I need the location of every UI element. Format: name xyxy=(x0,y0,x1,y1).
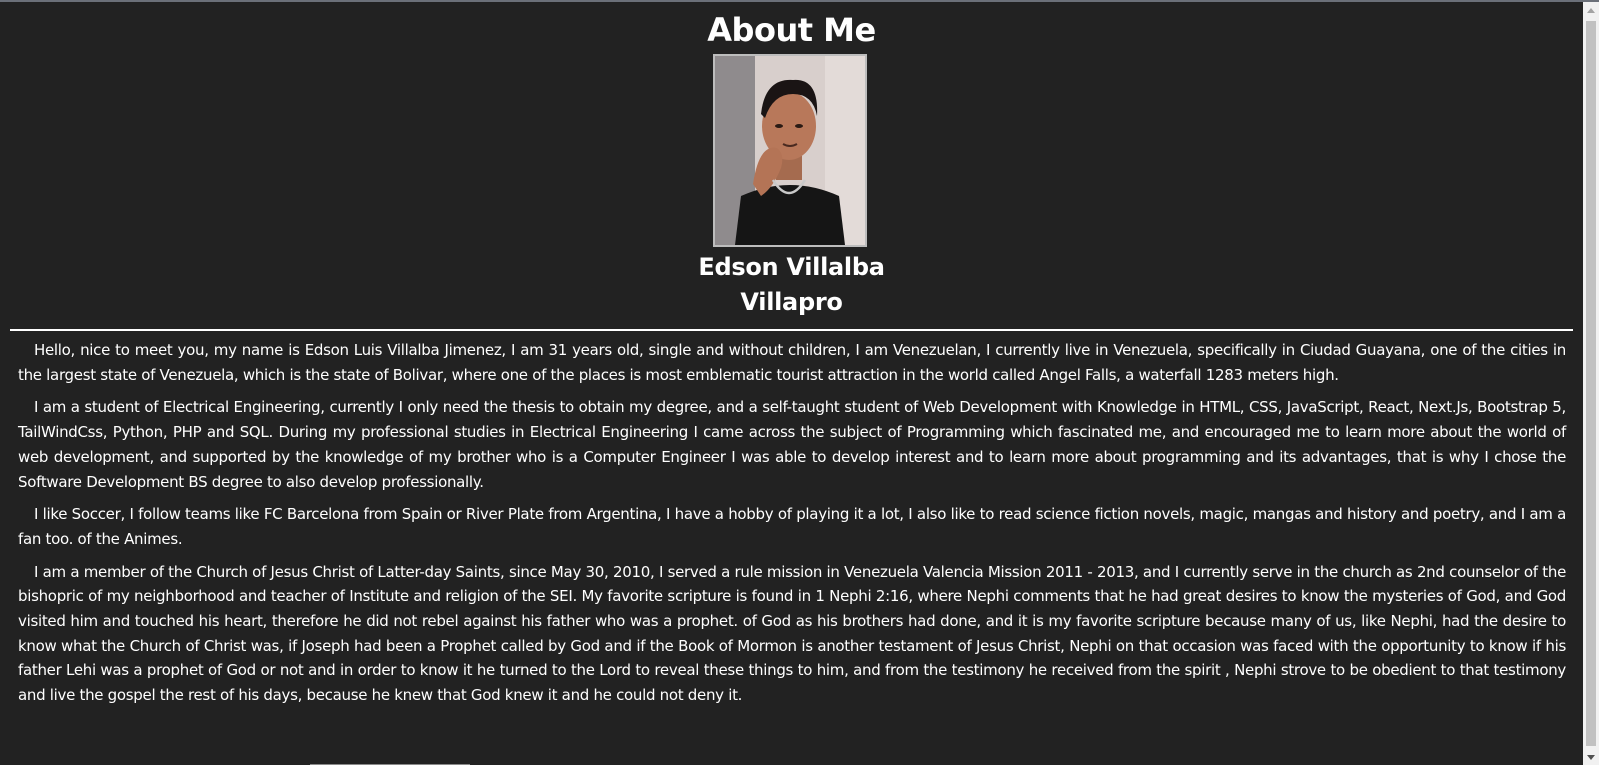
chevron-up-icon[interactable] xyxy=(1583,2,1599,18)
bio-paragraph: I like Soccer, I follow teams like FC Ba… xyxy=(18,505,1566,548)
bio-paragraph: I am a student of Electrical Engineering… xyxy=(18,398,1566,491)
bio-section: Hello, nice to meet you, my name is Edso… xyxy=(18,338,1566,716)
scrollbar-thumb[interactable] xyxy=(1586,21,1596,746)
about-page: About Me Edson Villalba Villapro Hello, … xyxy=(0,2,1583,765)
profile-photo xyxy=(713,54,867,247)
chevron-down-icon[interactable] xyxy=(1583,749,1599,765)
profile-photo-illustration xyxy=(715,56,865,245)
profile-name-line-1: Edson Villalba xyxy=(698,253,885,281)
profile-name-line-2: Villapro xyxy=(740,288,843,316)
section-divider xyxy=(10,329,1573,331)
bio-paragraph: Hello, nice to meet you, my name is Edso… xyxy=(18,341,1566,384)
page-title: About Me xyxy=(707,11,876,49)
profile-name: Edson Villalba Villapro xyxy=(0,250,1583,320)
bio-paragraph: I am a member of the Church of Jesus Chr… xyxy=(18,562,1566,705)
vertical-scrollbar[interactable] xyxy=(1583,2,1599,765)
